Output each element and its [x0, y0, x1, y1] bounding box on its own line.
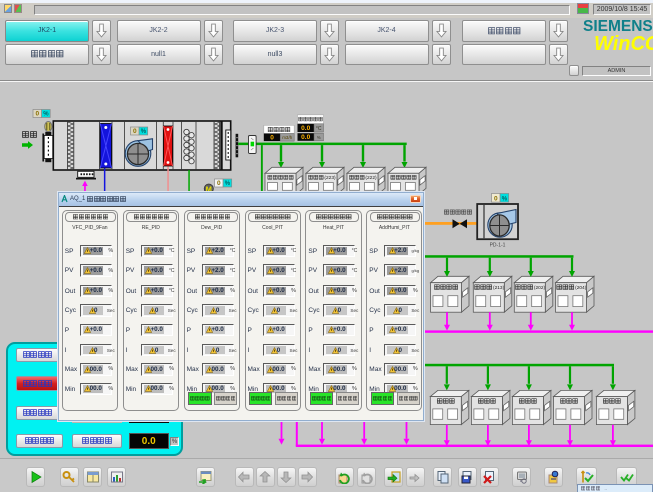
- svg-text:0: 0: [35, 111, 39, 118]
- svg-text:(222): (222): [365, 175, 377, 181]
- svg-text:0: 0: [270, 135, 274, 142]
- svg-text:0.0: 0.0: [301, 134, 310, 141]
- svg-text:(223): (223): [324, 175, 336, 181]
- svg-text:0: 0: [217, 180, 221, 187]
- svg-text:(213): (213): [493, 285, 505, 291]
- svg-text:%: %: [225, 181, 231, 187]
- svg-text:0: 0: [494, 195, 498, 202]
- svg-text:m3/h: m3/h: [282, 135, 293, 140]
- svg-text:(202): (202): [534, 285, 546, 291]
- svg-text:PD-1-1: PD-1-1: [490, 243, 506, 249]
- svg-text:(204): (204): [575, 285, 587, 291]
- svg-text:0: 0: [133, 128, 137, 135]
- svg-text:°C: °C: [316, 126, 322, 132]
- svg-text:%: %: [317, 135, 321, 140]
- svg-text:0.0: 0.0: [301, 125, 310, 132]
- svg-text:%: %: [141, 129, 147, 135]
- svg-text:%: %: [43, 112, 49, 118]
- svg-text:%: %: [502, 196, 508, 202]
